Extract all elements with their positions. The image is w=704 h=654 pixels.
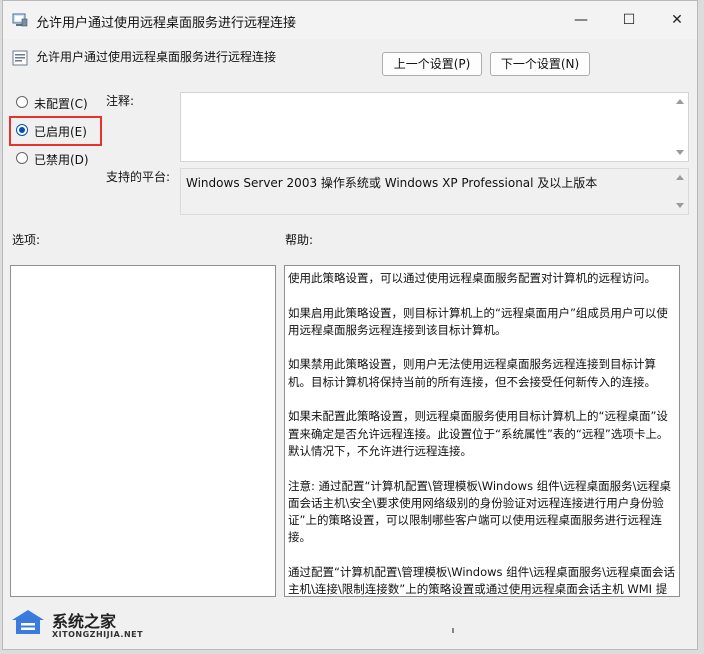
help-paragraph: 如果启用此策略设置，则目标计算机上的“远程桌面用户”组成员用户可以使用远程桌面服… — [288, 305, 668, 337]
help-text: 使用此策略设置，可以通过使用远程桌面服务配置对计算机的远程访问。 如果启用此策略… — [288, 270, 676, 597]
maximize-button[interactable]: ☐ — [607, 1, 651, 39]
next-setting-button[interactable]: 下一个设置(N) — [490, 52, 590, 76]
radio-circle[interactable] — [16, 152, 28, 164]
policy-setting-icon — [12, 50, 28, 66]
scroll-up-arrow-icon[interactable] — [676, 175, 684, 180]
radio-label: 未配置(C) — [34, 97, 88, 111]
platform-field: Windows Server 2003 操作系统或 Windows XP Pro… — [180, 168, 689, 215]
help-paragraph: 使用此策略设置，可以通过使用远程桌面服务配置对计算机的远程访问。 — [288, 271, 656, 285]
options-panel — [10, 265, 276, 597]
comment-textarea[interactable] — [180, 92, 689, 162]
site-watermark: 系统之家 XITONGZHIJIA.NET — [0, 602, 170, 654]
help-label: 帮助: — [285, 233, 314, 247]
help-paragraph: 通过配置“计算机配置\管理模板\Windows 组件\远程桌面服务\远程桌面会话… — [288, 565, 675, 597]
setting-title: 允许用户通过使用远程桌面服务进行远程连接 — [36, 50, 277, 64]
enabled-highlight-box — [9, 116, 102, 146]
site-logo-icon — [10, 608, 46, 638]
help-paragraph: 如果未配置此策略设置，则远程桌面服务使用目标计算机上的“远程桌面”设置来确定是否… — [288, 409, 669, 458]
options-label: 选项: — [12, 233, 41, 247]
watermark-title: 系统之家 — [52, 612, 117, 631]
platform-label: 支持的平台: — [106, 170, 171, 184]
scroll-down-arrow-icon[interactable] — [676, 203, 684, 208]
title-bar[interactable]: 允许用户通过使用远程桌面服务进行远程连接 — ☐ ✕ — [3, 1, 697, 39]
watermark-url: XITONGZHIJIA.NET — [52, 630, 144, 639]
scroll-down-arrow-icon[interactable] — [676, 150, 684, 155]
help-paragraph: 注意: 通过配置“计算机配置\管理模板\Windows 组件\远程桌面服务\远程… — [288, 478, 671, 545]
scroll-up-arrow-icon[interactable] — [676, 99, 684, 104]
platform-value: Windows Server 2003 操作系统或 Windows XP Pro… — [186, 176, 598, 190]
platform-scrollbar[interactable] — [672, 169, 688, 214]
radio-label: 已禁用(D) — [34, 153, 89, 167]
comment-label: 注释: — [106, 94, 135, 108]
policy-setting-window: 允许用户通过使用远程桌面服务进行远程连接 — ☐ ✕ 允许用户通过使用远程桌面服… — [2, 0, 698, 650]
comment-scrollbar[interactable] — [672, 93, 688, 161]
resize-grip — [452, 628, 454, 633]
minimize-button[interactable]: — — [559, 1, 603, 39]
window-title: 允许用户通过使用远程桌面服务进行远程连接 — [36, 16, 297, 31]
help-panel[interactable]: 使用此策略设置，可以通过使用远程桌面服务配置对计算机的远程访问。 如果启用此策略… — [284, 265, 680, 597]
radio-circle[interactable] — [16, 96, 28, 108]
help-paragraph: 如果禁用此策略设置，则用户无法使用远程桌面服务远程连接到目标计算机。目标计算机将… — [288, 357, 656, 389]
policy-app-icon — [12, 12, 28, 28]
previous-setting-button[interactable]: 上一个设置(P) — [382, 52, 482, 76]
close-button[interactable]: ✕ — [655, 1, 697, 39]
